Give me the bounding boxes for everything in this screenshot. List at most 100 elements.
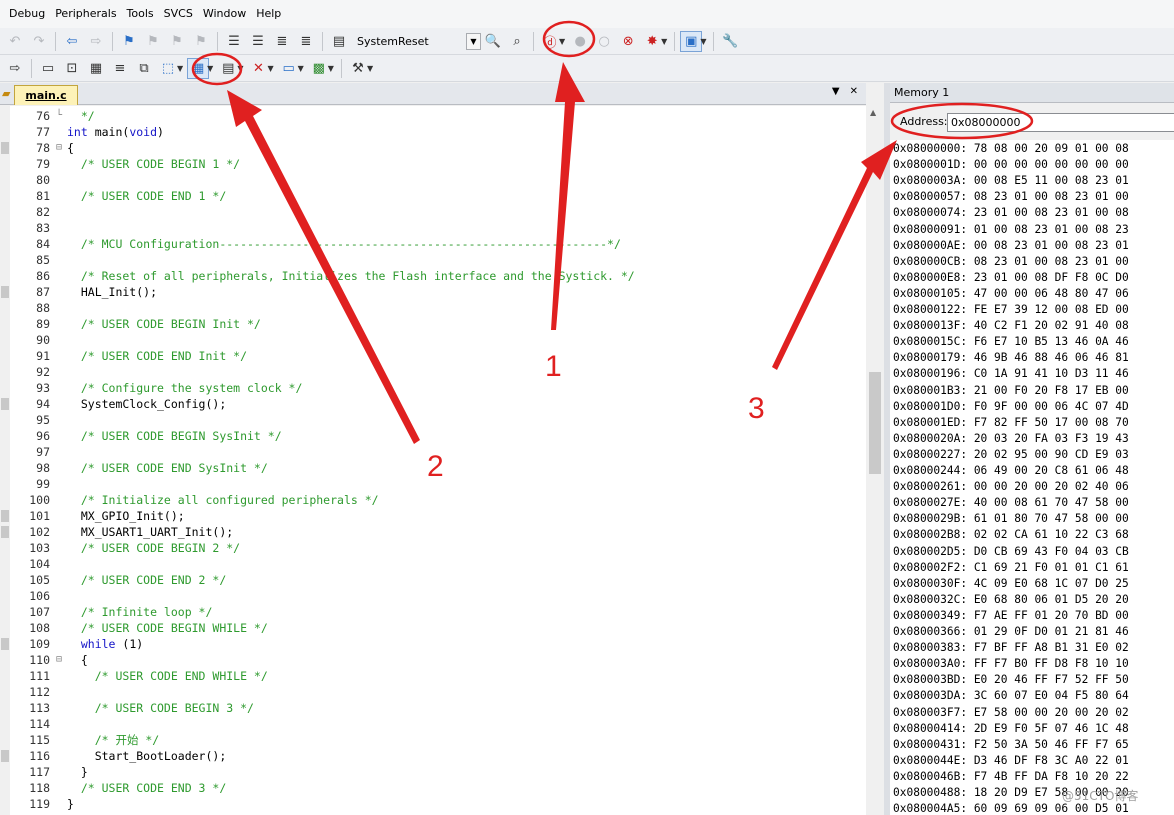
unindent-icon[interactable]: ☰ [247, 31, 269, 52]
tab-main-c[interactable]: main.c [14, 85, 78, 105]
code-line[interactable]: 80 [0, 172, 866, 188]
executable-line-marker[interactable] [1, 638, 9, 650]
memory-row[interactable]: 0x080000AE: 00 08 23 01 00 08 23 01 [893, 237, 1129, 254]
chevron-down-icon[interactable]: ▼ [466, 32, 481, 50]
memory-windows-icon[interactable]: ▦ [187, 57, 210, 79]
code-line[interactable]: 85 [0, 252, 866, 268]
code-line[interactable]: 83 [0, 220, 866, 236]
memory-row[interactable]: 0x080000E8: 23 01 00 08 DF F8 0C D0 [893, 269, 1129, 286]
code-line[interactable]: 114 [0, 716, 866, 732]
fold-marker[interactable]: ⊟ [54, 140, 64, 156]
code-line[interactable]: 115 /* 开始 */ [0, 732, 866, 748]
code-line[interactable]: 91 /* USER CODE END Init */ [0, 348, 866, 364]
chevron-down-icon[interactable]: ▼ [328, 64, 334, 73]
editor-vertical-scrollbar[interactable]: ▲ [866, 106, 884, 815]
configure-icon[interactable]: 🔧 [719, 31, 741, 52]
memory-row[interactable]: 0x08000074: 23 01 00 08 23 01 00 08 [893, 204, 1129, 221]
menu-tools[interactable]: Tools [122, 0, 159, 28]
code-line[interactable]: 117 } [0, 764, 866, 780]
chevron-down-icon[interactable]: ▼ [267, 64, 273, 73]
memory-row[interactable]: 0x080003A0: FF F7 B0 FF D8 F8 10 10 [893, 655, 1129, 672]
memory-dump[interactable]: 0x08000000: 78 08 00 20 09 01 00 08 0x080… [890, 140, 1174, 815]
code-line[interactable]: 84 /* MCU Configuration-----------------… [0, 236, 866, 252]
serial-windows-icon[interactable]: ▤ [217, 58, 239, 79]
memory-row[interactable]: 0x0800044E: D3 46 DF F8 3C A0 22 01 [893, 752, 1129, 769]
nav-back-icon[interactable]: ⇦ [61, 31, 83, 52]
memory-row[interactable]: 0x08000000: 78 08 00 20 09 01 00 08 [893, 140, 1129, 157]
memory-row[interactable]: 0x080003DA: 3C 60 07 E0 04 F5 80 64 [893, 687, 1129, 704]
memory-row[interactable]: 0x08000244: 06 49 00 20 C8 61 06 48 [893, 462, 1129, 479]
code-line[interactable]: 93 /* Configure the system clock */ [0, 380, 866, 396]
menu-svcs[interactable]: SVCS [159, 0, 198, 28]
bookmark-clear-icon[interactable]: ⚑ [190, 31, 212, 52]
code-line[interactable]: 106 [0, 588, 866, 604]
code-line[interactable]: 103 /* USER CODE BEGIN 2 */ [0, 540, 866, 556]
code-line[interactable]: 88 [0, 300, 866, 316]
code-line[interactable]: 112 [0, 684, 866, 700]
menu-window[interactable]: Window [198, 0, 251, 28]
memory-row[interactable]: 0x0800032C: E0 68 80 06 01 D5 20 20 [893, 591, 1129, 608]
bookmark-icon[interactable]: ⚑ [118, 31, 140, 52]
scroll-up-icon[interactable]: ▲ [870, 108, 876, 117]
chevron-down-icon[interactable]: ▼ [237, 64, 243, 73]
memory-row[interactable]: 0x08000227: 20 02 95 00 90 CD E9 03 [893, 446, 1129, 463]
code-line[interactable]: 76 └ */ [0, 108, 866, 124]
memory-row[interactable]: 0x0800013F: 40 C2 F1 20 02 91 40 08 [893, 317, 1129, 334]
memory-row[interactable]: 0x080000CB: 08 23 01 00 08 23 01 00 [893, 253, 1129, 270]
show-next-statement-icon[interactable]: ⇨ [4, 58, 26, 79]
code-line[interactable]: 101 MX_GPIO_Init(); [0, 508, 866, 524]
uncomment-icon[interactable]: ≣ [295, 31, 317, 52]
chevron-down-icon[interactable]: ▼ [661, 37, 667, 46]
find-icon[interactable]: 🔍 [482, 31, 504, 52]
nav-forward-icon[interactable]: ⇨ [85, 31, 107, 52]
code-line[interactable]: 118 /* USER CODE END 3 */ [0, 780, 866, 796]
code-line[interactable]: 87 HAL_Init(); [0, 284, 866, 300]
redo-icon[interactable]: ↷ [28, 31, 50, 52]
breakpoint-enable-icon[interactable]: ○ [593, 31, 615, 52]
memory-row[interactable]: 0x08000383: F7 BF FF A8 B1 31 E0 02 [893, 639, 1129, 656]
address-input[interactable]: 0x08000000 [947, 113, 1174, 132]
memory-row[interactable]: 0x0800046B: F7 4B FF DA F8 10 20 22 [893, 768, 1129, 785]
code-line[interactable]: 100 /* Initialize all configured periphe… [0, 492, 866, 508]
fold-marker[interactable]: └ [54, 108, 64, 124]
code-line[interactable]: 108 /* USER CODE BEGIN WHILE */ [0, 620, 866, 636]
command-window-icon[interactable]: ▭ [37, 58, 59, 79]
code-line[interactable]: 105 /* USER CODE END 2 */ [0, 572, 866, 588]
menu-help[interactable]: Help [251, 0, 286, 28]
code-line[interactable]: 90 [0, 332, 866, 348]
memory-row[interactable]: 0x08000179: 46 9B 46 88 46 06 46 81 [893, 349, 1129, 366]
code-line[interactable]: 113 /* USER CODE BEGIN 3 */ [0, 700, 866, 716]
memory-row[interactable]: 0x08000261: 00 00 20 00 20 02 40 06 [893, 478, 1129, 495]
memory-row[interactable]: 0x0800015C: F6 E7 10 B5 13 46 0A 46 [893, 333, 1129, 350]
code-line[interactable]: 102 MX_USART1_UART_Init(); [0, 524, 866, 540]
comment-icon[interactable]: ≣ [271, 31, 293, 52]
memory-row[interactable]: 0x0800030F: 4C 09 E0 68 1C 07 D0 25 [893, 575, 1129, 592]
code-line[interactable]: 95 [0, 412, 866, 428]
code-line[interactable]: 78 ⊟{ [0, 140, 866, 156]
memory-row[interactable]: 0x080003F7: E7 58 00 00 20 00 20 02 [893, 704, 1129, 721]
code-line[interactable]: 110 ⊟ { [0, 652, 866, 668]
target-select[interactable]: SystemReset ▼ [353, 32, 481, 51]
memory-row[interactable]: 0x08000196: C0 1A 91 41 10 D3 11 46 [893, 365, 1129, 382]
memory-row[interactable]: 0x080001B3: 21 00 F0 20 F8 17 EB 00 [893, 382, 1129, 399]
executable-line-marker[interactable] [1, 526, 9, 538]
memory-row[interactable]: 0x08000091: 01 00 08 23 01 00 08 23 [893, 221, 1129, 238]
bookmark-prev-icon[interactable]: ⚑ [142, 31, 164, 52]
tab-menu-icon[interactable]: ▼ [832, 86, 840, 97]
chevron-down-icon[interactable]: ▼ [559, 37, 565, 46]
code-line[interactable]: 81 /* USER CODE END 1 */ [0, 188, 866, 204]
executable-line-marker[interactable] [1, 142, 9, 154]
executable-line-marker[interactable] [1, 286, 9, 298]
find-in-files-icon[interactable]: ▤ [328, 31, 350, 52]
code-line[interactable]: 107 /* Infinite loop */ [0, 604, 866, 620]
code-line[interactable]: 86 /* Reset of all peripherals, Initiali… [0, 268, 866, 284]
close-icon[interactable]: ✕ [850, 86, 858, 97]
code-line[interactable]: 96 /* USER CODE BEGIN SysInit */ [0, 428, 866, 444]
symbols-window-icon[interactable]: ▦ [85, 58, 107, 79]
disassembly-window-icon[interactable]: ⊡ [61, 58, 83, 79]
menu-peripherals[interactable]: Peripherals [50, 0, 121, 28]
chevron-down-icon[interactable]: ▼ [207, 64, 213, 73]
memory-row[interactable]: 0x08000105: 47 00 00 06 48 80 47 06 [893, 285, 1129, 302]
breakpoint-kill-icon[interactable]: ✸ [641, 31, 663, 52]
system-viewer-icon[interactable]: ▩ [308, 58, 330, 79]
